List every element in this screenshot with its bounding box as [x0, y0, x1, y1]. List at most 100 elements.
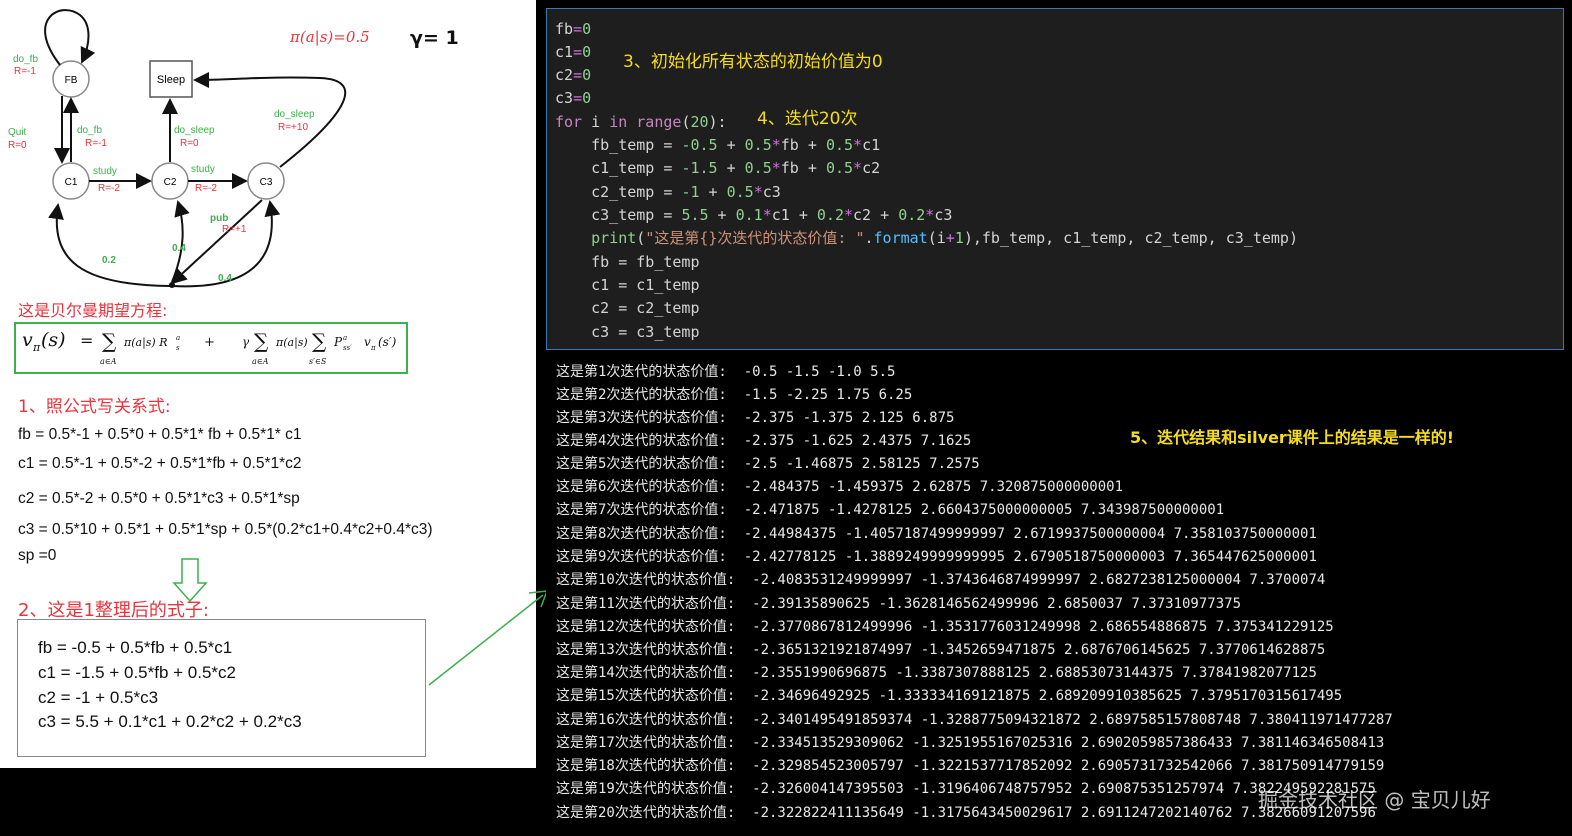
- label-study2: study: [191, 164, 215, 175]
- bellman-sum3: ∑: [312, 329, 327, 353]
- output-line: 这是第12次迭代的状态价值: -2.3770867812499996 -1.35…: [556, 619, 1334, 635]
- label-study1-r: R=-2: [98, 183, 120, 194]
- output-line: 这是第8次迭代的状态价值: -2.44984375 -1.40571874999…: [556, 526, 1317, 542]
- bellman-term2: π(a|s): [275, 336, 308, 350]
- output-line: 这是第6次迭代的状态价值: -2.484375 -1.459375 2.6287…: [556, 479, 1124, 495]
- code-line-fb-temp: fb_temp = -0.5 + 0.5*fb + 0.5*c1: [555, 136, 881, 154]
- bellman-term1-sup: a: [176, 334, 180, 342]
- bellman-title: 这是贝尔曼期望方程:: [18, 301, 168, 320]
- step1-title: 1、照公式写关系式:: [18, 397, 171, 417]
- label-pub-r: R=+1: [222, 224, 247, 235]
- bellman-under-s: s′∈S: [309, 357, 327, 366]
- label-p04a: 0.4: [172, 243, 186, 254]
- bellman-term3: P: [333, 335, 343, 349]
- mdp-diagram: FB Sleep C1 C2 C3 do_fb R=-1 Quit R=0 do…: [8, 9, 459, 288]
- step2-line-c1: c1 = -1.5 + 0.5*fb + 0.5*c2: [38, 663, 236, 682]
- code-line-c3-temp: c3_temp = 5.5 + 0.1*c1 + 0.2*c2 + 0.2*c3: [555, 206, 953, 224]
- code-line-c2-temp: c2_temp = -1 + 0.5*c3: [555, 183, 781, 201]
- code-editor[interactable]: fb=0 c1=0 c2=0 c3=0 for i in range(20): …: [546, 8, 1564, 350]
- edge-p02: [48, 203, 171, 287]
- step2-line-c2: c2 = -1 + 0.5*c3: [38, 688, 159, 707]
- gamma-label: γ= 1: [410, 27, 459, 49]
- code-line-print: print("这是第{}次迭代的状态价值: ".format(i+1),fb_t…: [591, 229, 1298, 247]
- code-line-2: c1=0: [555, 43, 592, 61]
- bellman-eq: =: [80, 331, 93, 350]
- code-line-for: for i in range(20):: [555, 113, 727, 131]
- bellman-plus: +: [204, 335, 215, 350]
- bellman-term3-sub: ss′: [343, 344, 352, 352]
- code-line-asg-c2: c2 = c2_temp: [555, 299, 700, 317]
- state-sleep-label: Sleep: [157, 74, 185, 86]
- output-line: 这是第13次迭代的状态价值: -2.3651321921874997 -1.34…: [556, 642, 1326, 658]
- output-line: 这是第9次迭代的状态价值: -2.42778125 -1.38892499999…: [556, 549, 1317, 565]
- bellman-term3-sup: a: [343, 334, 347, 342]
- label-do-fb-c1-r: R=-1: [85, 138, 107, 149]
- watermark: 掘金技术社区 @ 宝贝儿好: [1258, 788, 1491, 812]
- label-do-sleep-c3: do_sleep: [274, 109, 315, 120]
- bellman-lhs-arg: (s): [41, 329, 66, 351]
- label-p02: 0.2: [102, 255, 116, 266]
- bellman-sum2: ∑: [254, 329, 269, 353]
- label-do-sleep-c2-r: R=0: [180, 138, 199, 149]
- bellman-term4: v: [364, 335, 371, 349]
- chance-node: [169, 282, 175, 288]
- bellman-under-a2: a∈A: [252, 357, 269, 366]
- bellman-lhs-sub: π: [32, 341, 41, 354]
- output-line: 这是第17次迭代的状态价值: -2.334513529309062 -1.325…: [556, 735, 1385, 751]
- code-line-4: c3=0: [555, 89, 592, 107]
- state-c1-label: C1: [65, 177, 78, 188]
- label-quit: Quit: [8, 127, 27, 138]
- bellman-equation: v π (s) = ∑ a∈A π(a|s) R a s + γ ∑ a∈A π…: [22, 329, 397, 366]
- step1-line-c2: c2 = 0.5*-2 + 0.5*0 + 0.5*1*c3 + 0.5*1*s…: [18, 490, 300, 507]
- bellman-term4-arg: (s′): [378, 335, 397, 349]
- bellman-term4-sub: π: [370, 344, 376, 352]
- label-do-fb-loop: do_fb: [13, 54, 38, 65]
- left-panel: FB Sleep C1 C2 C3 do_fb R=-1 Quit R=0 do…: [0, 0, 536, 836]
- label-quit-r: R=0: [8, 140, 27, 151]
- left-bottom-strip: [0, 768, 536, 836]
- label-study2-r: R=-2: [195, 183, 217, 194]
- pointer-arrow-icon: [428, 590, 549, 686]
- output-line: 这是第20次迭代的状态价值: -2.322822411135649 -1.317…: [556, 805, 1376, 821]
- step1-line-fb: fb = 0.5*-1 + 0.5*0 + 0.5*1* fb + 0.5*1*…: [18, 426, 302, 443]
- note-iterate: 4、迭代20次: [757, 109, 858, 129]
- output-line: 这是第1次迭代的状态价值: -0.5 -1.5 -1.0 5.5: [556, 364, 896, 380]
- output-line: 这是第19次迭代的状态价值: -2.326004147395503 -1.319…: [556, 781, 1376, 797]
- state-c3-label: C3: [260, 177, 273, 188]
- step2-line-c3: c3 = 5.5 + 0.1*c1 + 0.2*c2 + 0.2*c3: [38, 712, 302, 731]
- label-do-sleep-c3-r: R=+10: [278, 122, 308, 133]
- note-result: 5、迭代结果和silver课件上的结果是一样的!: [1130, 428, 1455, 447]
- label-do-fb-c1: do_fb: [77, 125, 102, 136]
- bellman-term1: π(a|s) R: [123, 336, 168, 350]
- edge-do-sleep-c3: [193, 71, 347, 168]
- code-line-1: fb=0: [555, 20, 592, 38]
- bellman-term1-sub: s: [176, 344, 180, 352]
- code-line-asg-c1: c1 = c1_temp: [555, 276, 700, 294]
- output-line: 这是第3次迭代的状态价值: -2.375 -1.375 2.125 6.875: [556, 410, 955, 426]
- output-line: 这是第2次迭代的状态价值: -1.5 -2.25 1.75 6.25: [556, 387, 913, 403]
- label-pub: pub: [210, 213, 228, 224]
- output-line: 这是第5次迭代的状态价值: -2.5 -1.46875 2.58125 7.25…: [556, 456, 980, 472]
- label-do-sleep-c2: do_sleep: [174, 125, 215, 136]
- bellman-gamma: γ: [242, 335, 250, 349]
- output-line: 这是第16次迭代的状态价值: -2.3401495491859374 -1.32…: [556, 712, 1393, 728]
- code-line-c1-temp: c1_temp = -1.5 + 0.5*fb + 0.5*c2: [555, 159, 881, 177]
- step2-line-fb: fb = -0.5 + 0.5*fb + 0.5*c1: [38, 638, 233, 657]
- label-p04b: 0.4: [218, 273, 232, 284]
- output-line: 这是第14次迭代的状态价值: -2.3551990696875 -1.33873…: [556, 665, 1317, 681]
- output-line: 这是第15次迭代的状态价值: -2.34696492925 -1.3333341…: [556, 688, 1343, 704]
- bellman-equation-box: v π (s) = ∑ a∈A π(a|s) R a s + γ ∑ a∈A π…: [14, 322, 408, 374]
- code-line-3: c2=0: [555, 66, 592, 84]
- code-line-asg-c3: c3 = c3_temp: [555, 323, 700, 341]
- edge-fb-loop: [44, 9, 96, 66]
- output-line: 这是第11次迭代的状态价值: -2.39135890625 -1.3628146…: [556, 596, 1242, 612]
- policy-label: π(a|s)=0.5: [289, 28, 370, 46]
- bellman-sum1: ∑: [102, 329, 117, 353]
- edge-p04a: [171, 200, 190, 283]
- state-fb-label: FB: [65, 75, 78, 86]
- output-line: 这是第7次迭代的状态价值: -2.471875 -1.4278125 2.660…: [556, 502, 1225, 518]
- code-line-asg-fb: fb = fb_temp: [555, 253, 700, 271]
- output-line: 这是第4次迭代的状态价值: -2.375 -1.625 2.4375 7.162…: [556, 433, 972, 449]
- output-line: 这是第18次迭代的状态价值: -2.329854523005797 -1.322…: [556, 758, 1385, 774]
- note-init: 3、初始化所有状态的初始价值为0: [623, 52, 883, 72]
